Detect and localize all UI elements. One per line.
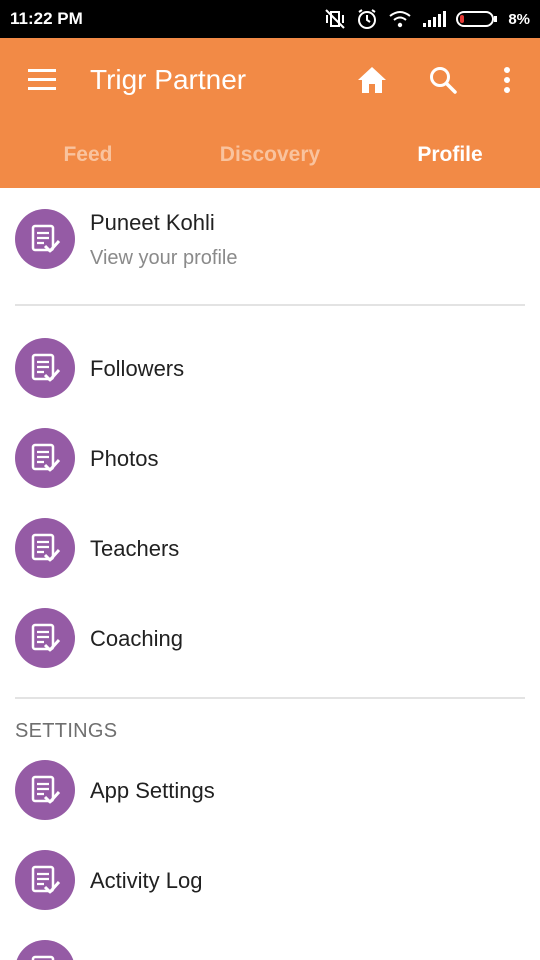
- vibrate-mute-icon: [325, 9, 346, 29]
- document-check-icon: [31, 224, 61, 253]
- document-check-icon: [31, 443, 61, 472]
- profile-row[interactable]: Puneet Kohli View your profile: [0, 188, 540, 298]
- menu-item-app-settings[interactable]: App Settings: [0, 754, 540, 826]
- document-check-icon: [31, 955, 55, 960]
- home-icon: [358, 67, 386, 93]
- app-title: Trigr Partner: [90, 64, 247, 95]
- avatar: [15, 518, 75, 578]
- battery-percentage: 8%: [508, 10, 530, 28]
- menu-item-label: Photos: [90, 446, 159, 471]
- document-check-icon: [31, 353, 61, 382]
- menu-item-label: App Settings: [90, 778, 215, 803]
- avatar: [15, 850, 75, 910]
- signal-icon: [423, 11, 447, 27]
- avatar: [15, 428, 75, 488]
- app-bar: Trigr Partner Feed Discovery Profile: [0, 38, 540, 284]
- divider: [15, 304, 525, 306]
- status-bar: 11:22 PM 8%: [0, 0, 540, 38]
- tab-feed[interactable]: Feed: [0, 134, 176, 188]
- menu-icon: [28, 69, 56, 90]
- divider: [15, 697, 525, 699]
- menu-button[interactable]: [24, 62, 60, 98]
- status-time: 11:22 PM: [10, 9, 83, 28]
- document-check-icon: [31, 775, 61, 804]
- menu-item-activity-log[interactable]: Activity Log: [0, 844, 540, 916]
- profile-name: Puneet Kohli: [90, 210, 215, 235]
- avatar: [15, 209, 75, 269]
- alarm-icon: [358, 9, 377, 29]
- menu-item-photos[interactable]: Photos: [0, 422, 540, 494]
- profile-subtitle: View your profile: [90, 247, 238, 269]
- settings-section-header: SETTINGS: [15, 720, 118, 742]
- profile-content: Puneet Kohli View your profile Followers…: [0, 188, 540, 960]
- search-button[interactable]: [423, 60, 463, 100]
- menu-item-label: Coaching: [90, 626, 183, 651]
- avatar: [15, 760, 75, 820]
- document-check-icon: [31, 533, 61, 562]
- menu-item-coaching[interactable]: Coaching: [0, 602, 540, 674]
- menu-item-partial[interactable]: [0, 934, 540, 960]
- home-button[interactable]: [352, 60, 392, 100]
- menu-item-label: Teachers: [90, 536, 180, 561]
- menu-item-teachers[interactable]: Teachers: [0, 512, 540, 584]
- document-check-icon: [31, 865, 61, 894]
- wifi-icon: [389, 11, 411, 28]
- tab-discovery[interactable]: Discovery: [180, 134, 360, 188]
- tab-profile[interactable]: Profile: [360, 134, 540, 188]
- avatar: [15, 338, 75, 398]
- battery-icon: [456, 11, 498, 27]
- status-icons: 8%: [324, 7, 530, 31]
- more-options-button[interactable]: [487, 60, 527, 100]
- menu-item-label: Followers: [90, 356, 185, 381]
- menu-item-label: Activity Log: [90, 868, 203, 893]
- avatar: [15, 608, 75, 668]
- search-icon: [430, 67, 457, 94]
- document-check-icon: [31, 623, 61, 652]
- more-vert-icon: [504, 67, 510, 93]
- menu-item-followers[interactable]: Followers: [0, 332, 540, 404]
- tab-bar: Feed Discovery Profile: [0, 134, 540, 284]
- avatar: [15, 940, 75, 960]
